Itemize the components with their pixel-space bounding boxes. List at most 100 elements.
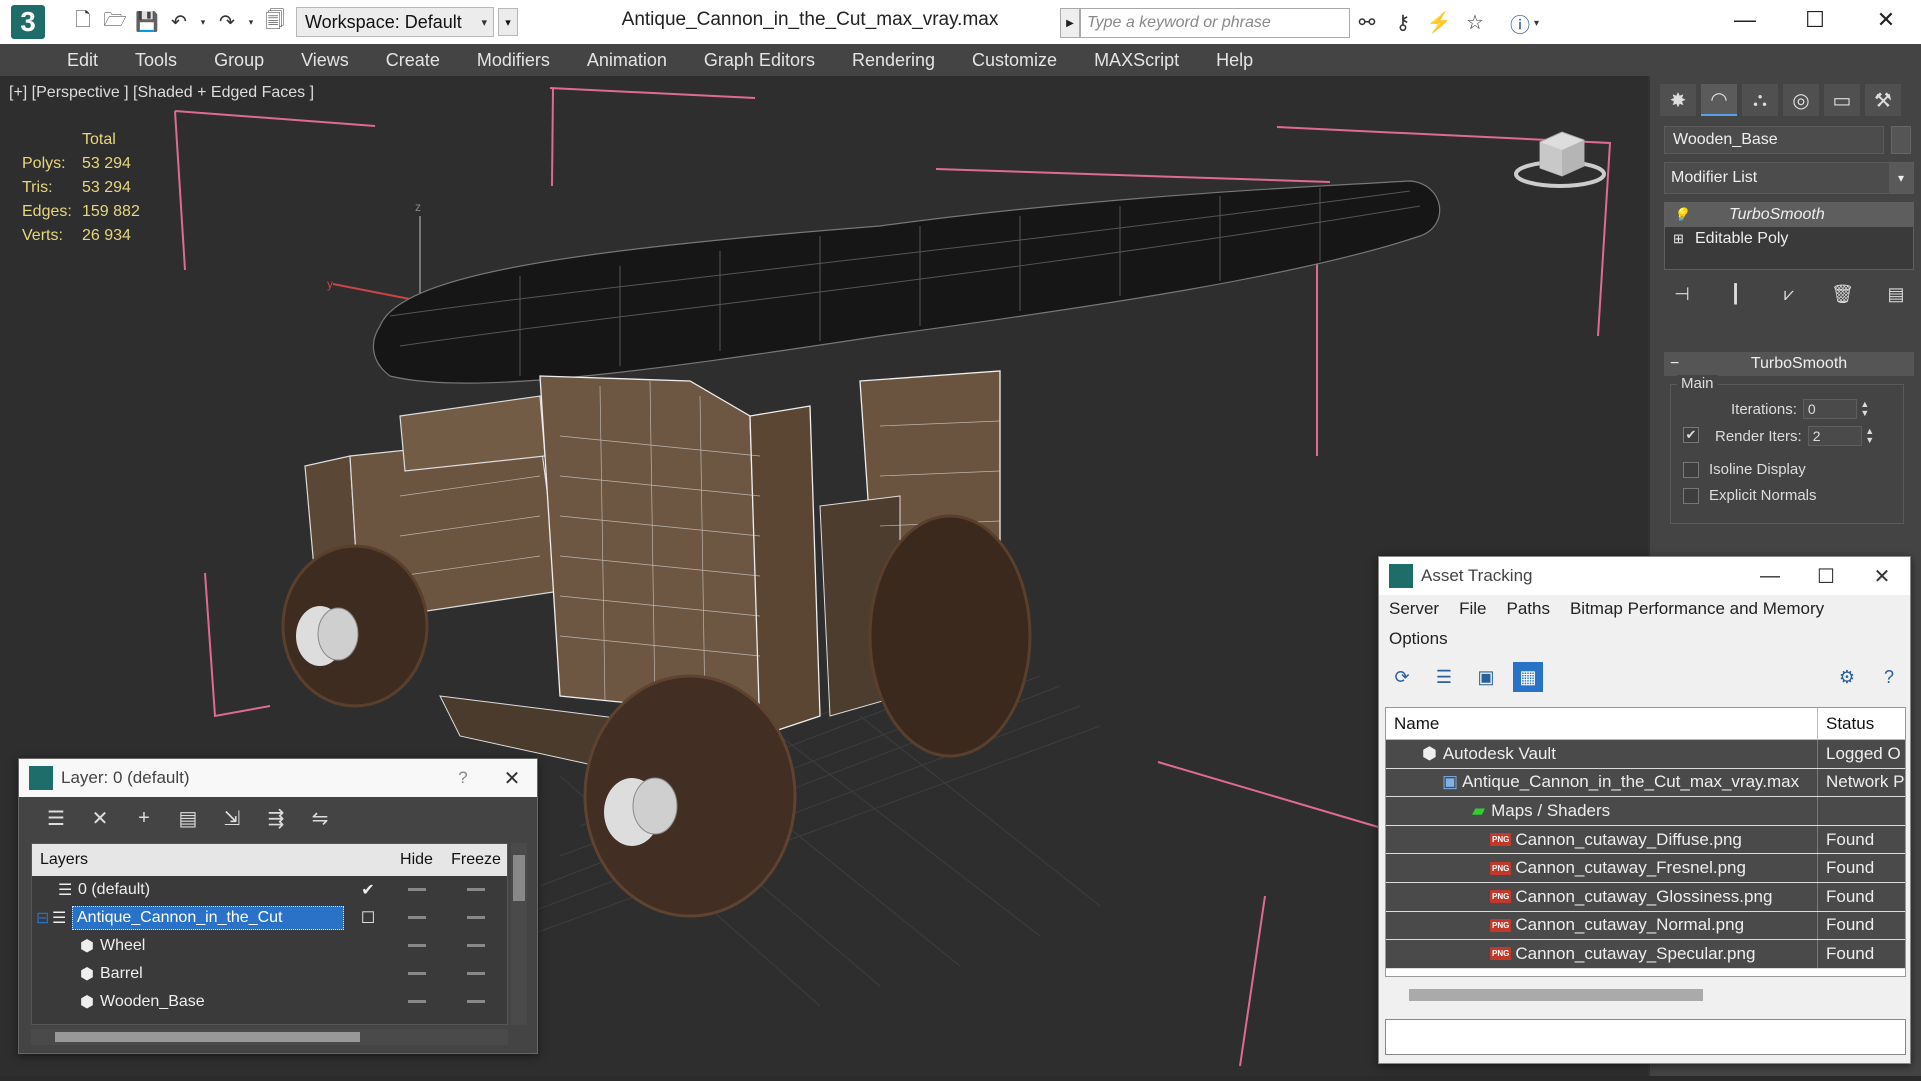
highlight-layer-icon[interactable]: ⇶ bbox=[261, 803, 291, 833]
menu-rendering[interactable]: Rendering bbox=[852, 50, 935, 71]
lightbulb-icon[interactable]: 💡 bbox=[1673, 207, 1689, 223]
redo-icon[interactable]: ↷ bbox=[214, 9, 240, 35]
hide-toggle[interactable] bbox=[407, 944, 426, 948]
redo-dropdown-icon[interactable]: ▾ bbox=[246, 9, 256, 35]
help-icon[interactable]: ⓘ ▾ bbox=[1510, 10, 1544, 37]
list-view-icon[interactable]: ☰ bbox=[1429, 662, 1459, 692]
expand-plus-icon[interactable]: ⊞ bbox=[1673, 231, 1689, 247]
column-layers[interactable]: Layers bbox=[32, 851, 348, 869]
modify-tab-icon[interactable]: ◠ bbox=[1701, 84, 1737, 116]
table-view-icon[interactable]: ▦ bbox=[1513, 662, 1543, 692]
search-input[interactable]: Type a keyword or phrase bbox=[1080, 8, 1350, 38]
minimize-button[interactable]: — bbox=[1710, 0, 1780, 40]
column-freeze[interactable]: Freeze bbox=[445, 851, 507, 869]
render-iters-input[interactable] bbox=[1807, 426, 1862, 446]
open-file-icon[interactable]: 🗁 bbox=[102, 9, 128, 35]
hide-all-layers-icon[interactable]: ⇋ bbox=[305, 803, 335, 833]
object-color-swatch[interactable] bbox=[1891, 126, 1911, 154]
asset-row-png[interactable]: PNG Cannon_cutaway_Diffuse.png Found bbox=[1386, 825, 1905, 855]
show-end-result-icon[interactable]: ┃ bbox=[1722, 280, 1750, 308]
asset-horizontal-scrollbar[interactable] bbox=[1385, 985, 1906, 1003]
help-icon[interactable]: ? bbox=[439, 768, 487, 788]
asset-menu-bitmap[interactable]: Bitmap Performance and Memory bbox=[1570, 599, 1824, 623]
freeze-toggle[interactable] bbox=[467, 916, 485, 920]
layer-row-antique-cannon[interactable]: ⊟ ☰ Antique_Cannon_in_the_Cut ☐ bbox=[32, 904, 507, 932]
layer-vertical-scrollbar[interactable] bbox=[511, 843, 527, 1025]
new-file-icon[interactable]: 🗋 bbox=[70, 9, 96, 35]
layer-object-barrel[interactable]: ⬢ Barrel bbox=[32, 960, 507, 988]
minimize-icon[interactable]: — bbox=[1742, 557, 1798, 595]
menu-group[interactable]: Group bbox=[214, 50, 264, 71]
layer-window-titlebar[interactable]: Layer: 0 (default) ? ✕ bbox=[19, 759, 537, 797]
close-button[interactable]: ✕ bbox=[1851, 0, 1921, 40]
pin-stack-icon[interactable]: ⊣ bbox=[1668, 280, 1696, 308]
make-unique-icon[interactable]: ⩗ bbox=[1775, 280, 1803, 308]
menu-customize[interactable]: Customize bbox=[972, 50, 1057, 71]
object-name-field[interactable]: Wooden_Base bbox=[1664, 126, 1884, 154]
star-icon[interactable]: ☆ bbox=[1461, 8, 1489, 36]
hide-toggle[interactable] bbox=[407, 916, 426, 920]
freeze-toggle[interactable] bbox=[467, 944, 485, 948]
set-active-layer-box[interactable]: ☐ bbox=[348, 908, 388, 928]
undo-dropdown-icon[interactable]: ▾ bbox=[198, 9, 208, 35]
asset-menu-options[interactable]: Options bbox=[1389, 629, 1448, 653]
menu-animation[interactable]: Animation bbox=[587, 50, 667, 71]
maximize-button[interactable]: ☐ bbox=[1780, 0, 1850, 40]
layer-object-wheel[interactable]: ⬢ Wheel bbox=[32, 932, 507, 960]
asset-row-max-file[interactable]: ▣ Antique_Cannon_in_the_Cut_max_vray.max … bbox=[1386, 768, 1905, 798]
column-status[interactable]: Status bbox=[1818, 714, 1905, 734]
active-layer-check-icon[interactable]: ✔ bbox=[348, 880, 388, 900]
menu-views[interactable]: Views bbox=[301, 50, 349, 71]
spinner-arrows-icon[interactable]: ▲ ▼ bbox=[1859, 400, 1871, 418]
thumbnail-view-icon[interactable]: ▣ bbox=[1471, 662, 1501, 692]
asset-window-titlebar[interactable]: Asset Tracking — ☐ ✕ bbox=[1379, 557, 1910, 595]
app-logo[interactable]: 3 bbox=[0, 0, 56, 44]
freeze-toggle[interactable] bbox=[467, 888, 485, 892]
qat-customize-icon[interactable]: ▾ bbox=[498, 8, 518, 36]
asset-row-png[interactable]: PNG Cannon_cutaway_Specular.png Found bbox=[1386, 940, 1905, 969]
add-to-layer-icon[interactable]: ▤ bbox=[173, 803, 203, 833]
workspace-select[interactable]: Workspace: Default ▾ bbox=[296, 7, 494, 37]
hide-toggle[interactable] bbox=[407, 972, 426, 976]
viewcube-icon[interactable] bbox=[1510, 122, 1610, 192]
connect-icon[interactable]: ⚡ bbox=[1425, 8, 1453, 36]
asset-row-png[interactable]: PNG Cannon_cutaway_Glossiness.png Found bbox=[1386, 882, 1905, 912]
close-icon[interactable]: ✕ bbox=[487, 759, 537, 797]
layer-horizontal-scrollbar[interactable] bbox=[31, 1029, 508, 1045]
display-tab-icon[interactable]: ▭ bbox=[1824, 84, 1860, 116]
asset-row-png[interactable]: PNG Cannon_cutaway_Fresnel.png Found bbox=[1386, 854, 1905, 883]
rollout-header[interactable]: − TurboSmooth bbox=[1664, 352, 1914, 376]
save-icon[interactable]: 💾 bbox=[134, 9, 160, 35]
freeze-toggle[interactable] bbox=[467, 1000, 485, 1004]
project-folder-icon[interactable]: 🗐 bbox=[262, 9, 288, 35]
layer-row-default[interactable]: ☰ 0 (default) ✔ bbox=[32, 876, 507, 904]
menu-help[interactable]: Help bbox=[1216, 50, 1253, 71]
asset-menu-file[interactable]: File bbox=[1459, 599, 1486, 623]
isoline-display-checkbox[interactable]: Isoline Display bbox=[1683, 461, 1806, 478]
remove-modifier-icon[interactable]: 🗑 bbox=[1829, 280, 1857, 308]
column-hide[interactable]: Hide bbox=[388, 851, 445, 869]
asset-row-maps[interactable]: ▰ Maps / Shaders bbox=[1386, 797, 1905, 826]
layer-object-wooden-base[interactable]: ⬢ Wooden_Base bbox=[32, 988, 507, 1016]
vault-login-icon[interactable]: ⚙ bbox=[1832, 662, 1862, 692]
utilities-tab-icon[interactable]: ⚒ bbox=[1865, 84, 1901, 116]
hide-toggle[interactable] bbox=[407, 1000, 426, 1004]
asset-menu-server[interactable]: Server bbox=[1389, 599, 1439, 623]
asset-row-png[interactable]: PNG Cannon_cutaway_Normal.png Found bbox=[1386, 911, 1905, 941]
undo-icon[interactable]: ↶ bbox=[166, 9, 192, 35]
asset-menu-paths[interactable]: Paths bbox=[1506, 599, 1549, 623]
select-in-layer-icon[interactable]: ⇲ bbox=[217, 803, 247, 833]
column-name[interactable]: Name bbox=[1386, 708, 1818, 739]
menu-graph-editors[interactable]: Graph Editors bbox=[704, 50, 815, 71]
asset-row-vault[interactable]: ⬢ Autodesk Vault Logged O bbox=[1386, 740, 1905, 769]
modifier-list-dropdown[interactable]: Modifier List ▾ bbox=[1664, 162, 1914, 194]
create-tab-icon[interactable]: ✸ bbox=[1660, 84, 1696, 116]
freeze-toggle[interactable] bbox=[467, 972, 485, 976]
stack-item-turbosmooth[interactable]: 💡 TurboSmooth bbox=[1665, 203, 1913, 227]
menu-edit[interactable]: Edit bbox=[67, 50, 98, 71]
create-layer-icon[interactable]: + bbox=[129, 803, 159, 833]
menu-create[interactable]: Create bbox=[386, 50, 440, 71]
menu-tools[interactable]: Tools bbox=[135, 50, 177, 71]
menu-maxscript[interactable]: MAXScript bbox=[1094, 50, 1179, 71]
spinner-arrows-icon[interactable]: ▲ ▼ bbox=[1864, 427, 1876, 445]
